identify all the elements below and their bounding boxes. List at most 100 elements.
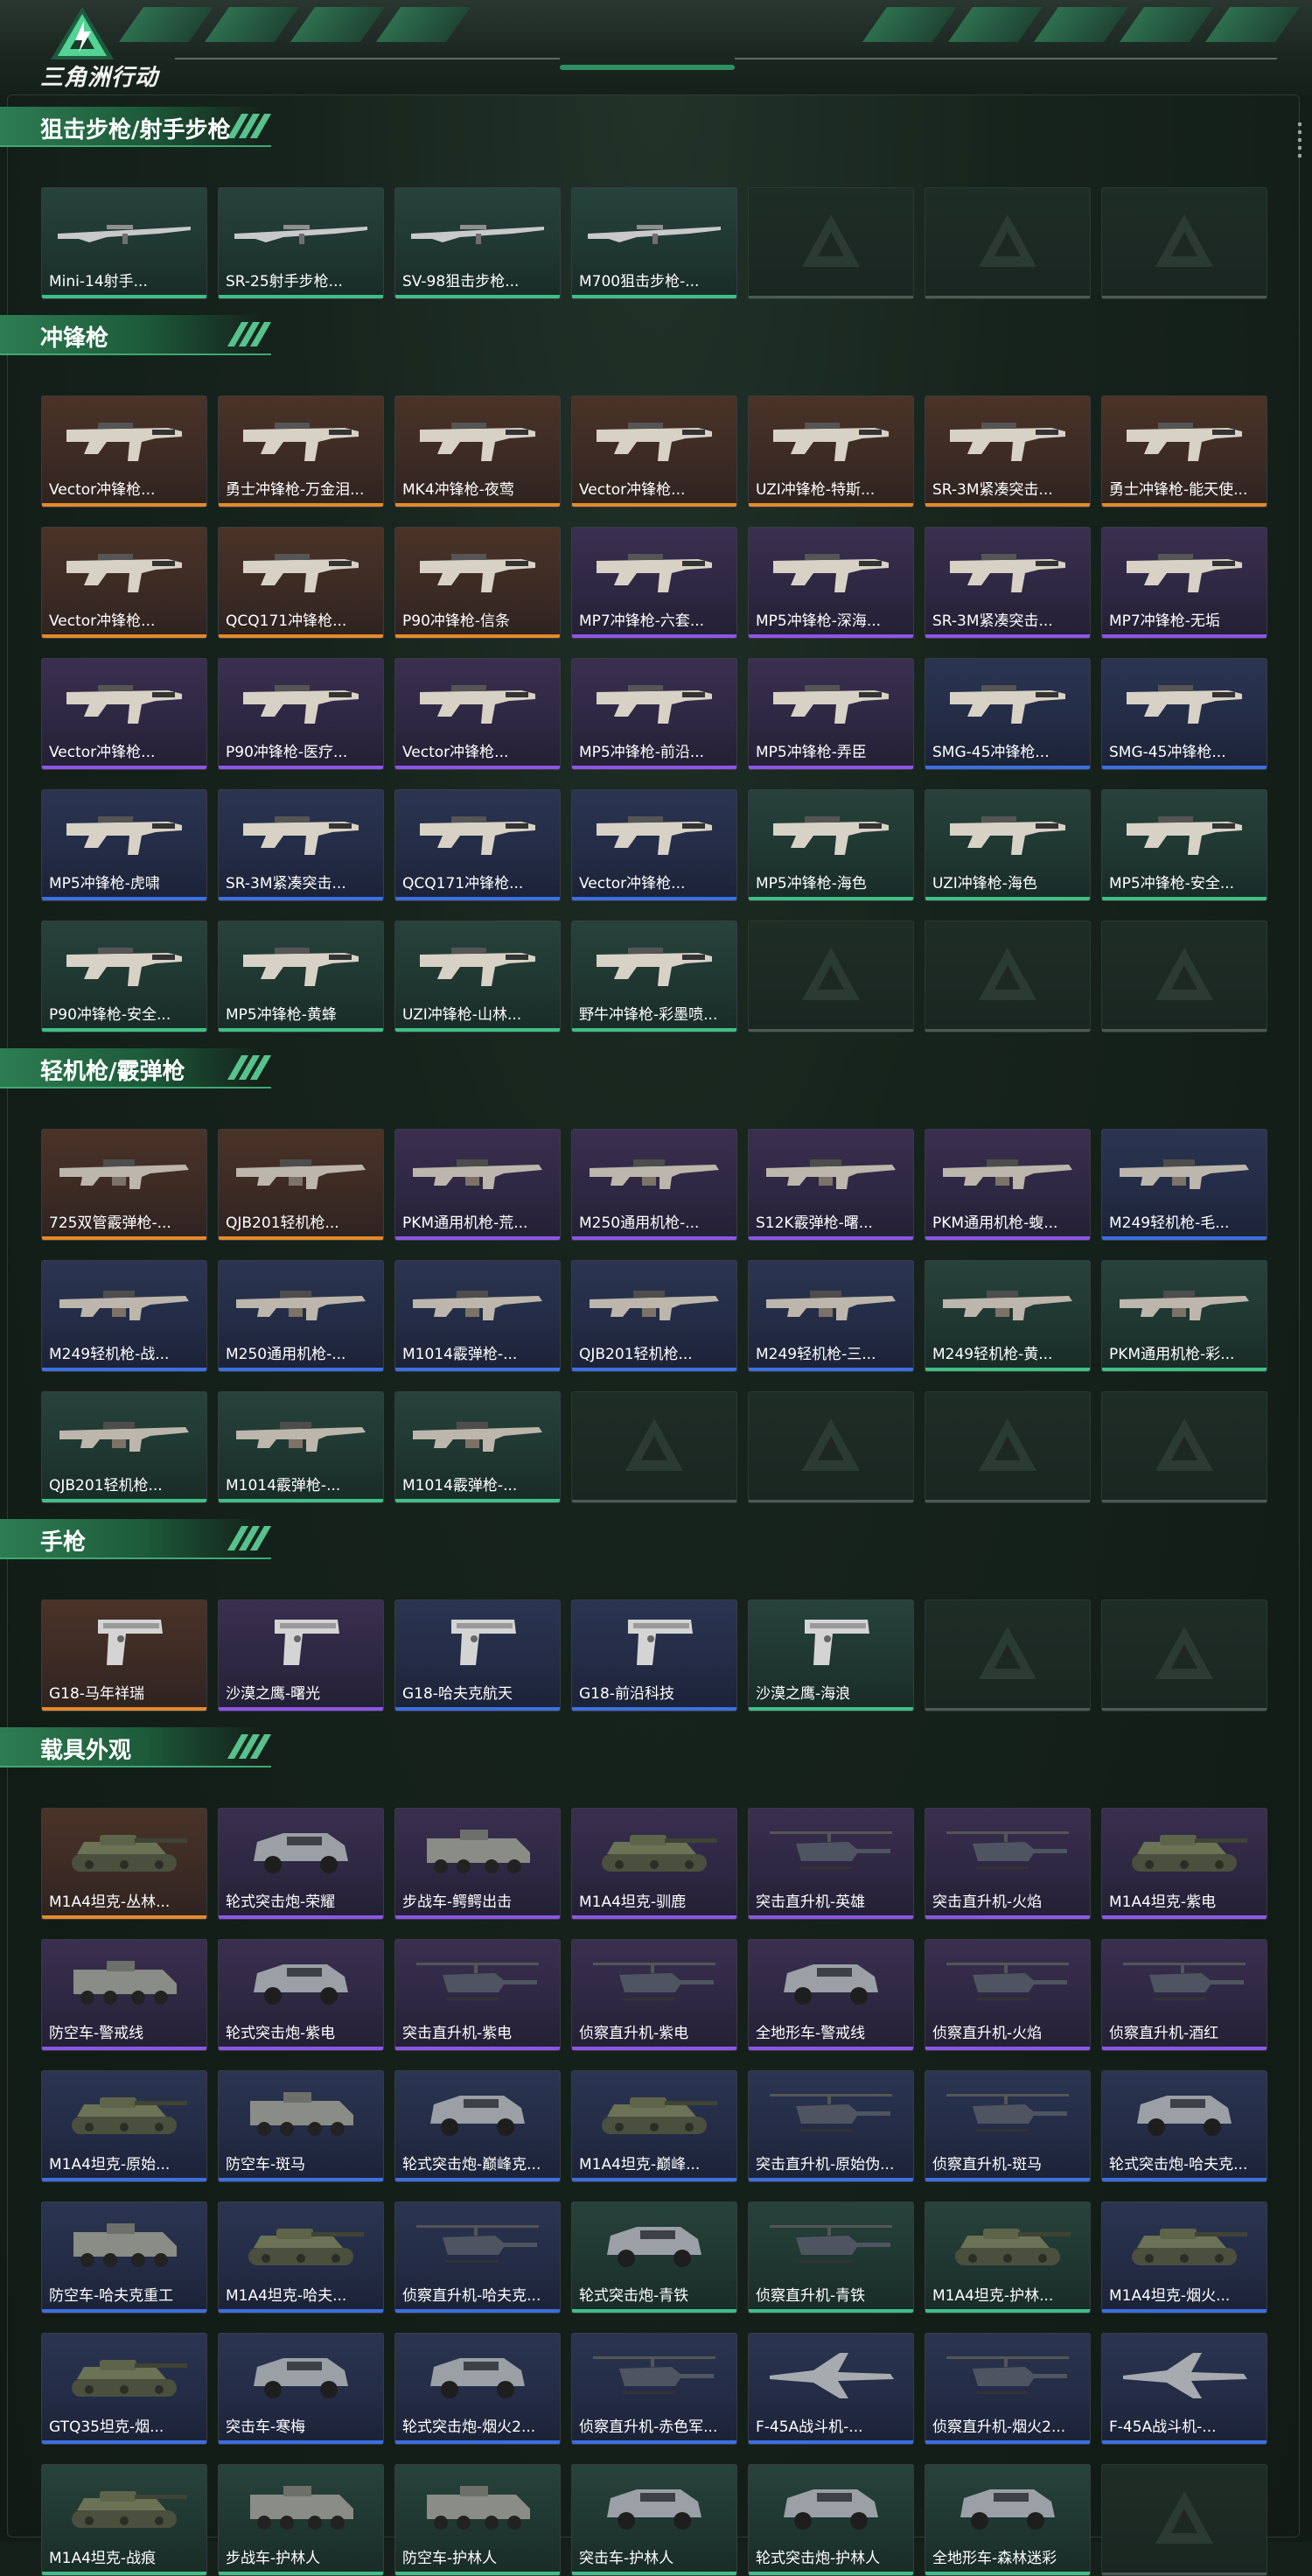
item-card[interactable]: M1A4坦克-哈夫... [218,2202,384,2314]
item-card[interactable]: MP5冲锋枪-深海... [748,527,914,639]
item-card[interactable]: M1014霰弹枪-... [394,1260,561,1372]
item-card[interactable]: M1A4坦克-原始... [41,2070,207,2182]
item-card[interactable]: P90冲锋枪-安全... [41,920,207,1032]
item-card[interactable]: 沙漠之鹰-海浪 [748,1600,914,1712]
item-card[interactable]: SR-3M紧凑突击... [218,789,384,901]
item-card[interactable]: M1014霰弹枪-... [218,1391,384,1503]
item-card[interactable]: G18-哈夫克航天 [394,1600,561,1712]
item-card[interactable]: 突击直升机-原始伪... [748,2070,914,2182]
item-card[interactable]: 防空车-护林人 [394,2464,561,2576]
item-card[interactable]: 全地形车-警戒线 [748,1939,914,2051]
item-card[interactable]: 突击直升机-火焰 [925,1808,1091,1920]
item-card[interactable]: 轮式突击炮-紫电 [218,1939,384,2051]
item-card[interactable]: 步战车-护林人 [218,2464,384,2576]
item-card[interactable]: 突击车-护林人 [571,2464,737,2576]
item-card[interactable]: 步战车-鳄鳄出击 [394,1808,561,1920]
item-card[interactable]: 突击直升机-紫电 [394,1939,561,2051]
item-card[interactable]: UZI冲锋枪-山林... [394,920,561,1032]
item-card[interactable]: 轮式突击炮-哈夫克... [1101,2070,1267,2182]
item-card[interactable]: 野牛冲锋枪-彩墨喷... [571,920,737,1032]
item-card[interactable]: 轮式突击炮-护林人 [748,2464,914,2576]
item-card[interactable]: 突击直升机-英雄 [748,1808,914,1920]
item-card[interactable]: M1A4坦克-巅峰... [571,2070,737,2182]
item-card[interactable]: UZI冲锋枪-特斯... [748,396,914,508]
item-card[interactable]: 防空车-斑马 [218,2070,384,2182]
item-card[interactable]: Vector冲锋枪... [571,396,737,508]
item-card[interactable]: SMG-45冲锋枪... [925,658,1091,770]
item-card[interactable]: Vector冲锋枪... [41,396,207,508]
item-card[interactable]: M249轻机枪-黄... [925,1260,1091,1372]
item-card[interactable]: SR-3M紧凑突击... [925,527,1091,639]
item-card[interactable]: MP5冲锋枪-前沿... [571,658,737,770]
item-card[interactable]: QJB201轻机枪... [218,1129,384,1241]
item-card[interactable]: PKM通用机枪-蝮... [925,1129,1091,1241]
item-card[interactable]: UZI冲锋枪-海色 [925,789,1091,901]
item-card[interactable]: M1A4坦克-烟火... [1101,2202,1267,2314]
item-card[interactable]: SR-25射手步枪... [218,187,384,299]
item-card[interactable]: M249轻机枪-三... [748,1260,914,1372]
item-card[interactable]: M249轻机枪-毛... [1101,1129,1267,1241]
item-card[interactable]: M250通用机枪-... [571,1129,737,1241]
item-card[interactable]: F-45A战斗机-... [748,2333,914,2445]
item-card[interactable]: 勇士冲锋枪-万金泪... [218,396,384,508]
item-card[interactable]: PKM通用机枪-彩... [1101,1260,1267,1372]
item-card[interactable]: 侦察直升机-斑马 [925,2070,1091,2182]
scrollbar-indicator[interactable] [1298,122,1302,161]
item-card[interactable]: MP7冲锋枪-六套... [571,527,737,639]
item-card[interactable]: P90冲锋枪-信条 [394,527,561,639]
item-card[interactable]: QCQ171冲锋枪... [218,527,384,639]
item-card[interactable]: PKM通用机枪-荒... [394,1129,561,1241]
item-card[interactable]: Vector冲锋枪... [41,527,207,639]
item-card[interactable]: 防空车-警戒线 [41,1939,207,2051]
item-card[interactable]: GTQ35坦克-烟... [41,2333,207,2445]
item-card[interactable]: M700狙击步枪-... [571,187,737,299]
item-card[interactable]: Mini-14射手... [41,187,207,299]
item-card[interactable]: G18-马年祥瑞 [41,1600,207,1712]
item-card[interactable]: Vector冲锋枪... [41,658,207,770]
item-card[interactable]: M1A4坦克-紫电 [1101,1808,1267,1920]
item-card[interactable]: 侦察直升机-青铁 [748,2202,914,2314]
item-card[interactable]: S12K霰弹枪-曙... [748,1129,914,1241]
item-card[interactable]: QJB201轻机枪... [571,1260,737,1372]
item-card[interactable]: 侦察直升机-酒红 [1101,1939,1267,2051]
item-card[interactable]: 侦察直升机-紫电 [571,1939,737,2051]
item-card[interactable]: 725双管霰弹枪-... [41,1129,207,1241]
item-card[interactable]: M1014霰弹枪-... [394,1391,561,1503]
item-card[interactable]: Vector冲锋枪... [571,789,737,901]
item-card[interactable]: MP5冲锋枪-弄臣 [748,658,914,770]
item-card[interactable]: MP5冲锋枪-安全... [1101,789,1267,901]
item-card[interactable]: M1A4坦克-丛林... [41,1808,207,1920]
item-card[interactable]: G18-前沿科技 [571,1600,737,1712]
item-card[interactable]: SV-98狙击步枪... [394,187,561,299]
item-card[interactable]: M249轻机枪-战... [41,1260,207,1372]
item-card[interactable]: M1A4坦克-护林... [925,2202,1091,2314]
item-card[interactable]: M250通用机枪-... [218,1260,384,1372]
item-card[interactable]: 轮式突击炮-巅峰克... [394,2070,561,2182]
item-card[interactable]: SR-3M紧凑突击... [925,396,1091,508]
item-card[interactable]: 轮式突击炮-青铁 [571,2202,737,2314]
item-card[interactable]: MP5冲锋枪-虎啸 [41,789,207,901]
item-card[interactable]: Vector冲锋枪... [394,658,561,770]
item-card[interactable]: 防空车-哈夫克重工 [41,2202,207,2314]
item-card[interactable]: 侦察直升机-赤色军... [571,2333,737,2445]
item-card[interactable]: 侦察直升机-哈夫克... [394,2202,561,2314]
item-card[interactable]: 轮式突击炮-荣耀 [218,1808,384,1920]
item-card[interactable]: 沙漠之鹰-曙光 [218,1600,384,1712]
item-card[interactable]: 突击车-寒梅 [218,2333,384,2445]
item-card[interactable]: SMG-45冲锋枪... [1101,658,1267,770]
item-card[interactable]: 勇士冲锋枪-能天使... [1101,396,1267,508]
item-card[interactable]: 全地形车-森林迷彩 [925,2464,1091,2576]
item-card[interactable]: 轮式突击炮-烟火2... [394,2333,561,2445]
item-card[interactable]: 侦察直升机-火焰 [925,1939,1091,2051]
item-card[interactable]: F-45A战斗机-... [1101,2333,1267,2445]
item-card[interactable]: MP5冲锋枪-海色 [748,789,914,901]
item-card[interactable]: MP7冲锋枪-无垢 [1101,527,1267,639]
item-card[interactable]: QCQ171冲锋枪... [394,789,561,901]
item-card[interactable]: M1A4坦克-驯鹿 [571,1808,737,1920]
item-card[interactable]: MK4冲锋枪-夜莺 [394,396,561,508]
item-card[interactable]: P90冲锋枪-医疗... [218,658,384,770]
item-card[interactable]: QJB201轻机枪... [41,1391,207,1503]
item-card[interactable]: MP5冲锋枪-黄蜂 [218,920,384,1032]
item-card[interactable]: 侦察直升机-烟火2... [925,2333,1091,2445]
item-card[interactable]: M1A4坦克-战痕 [41,2464,207,2576]
